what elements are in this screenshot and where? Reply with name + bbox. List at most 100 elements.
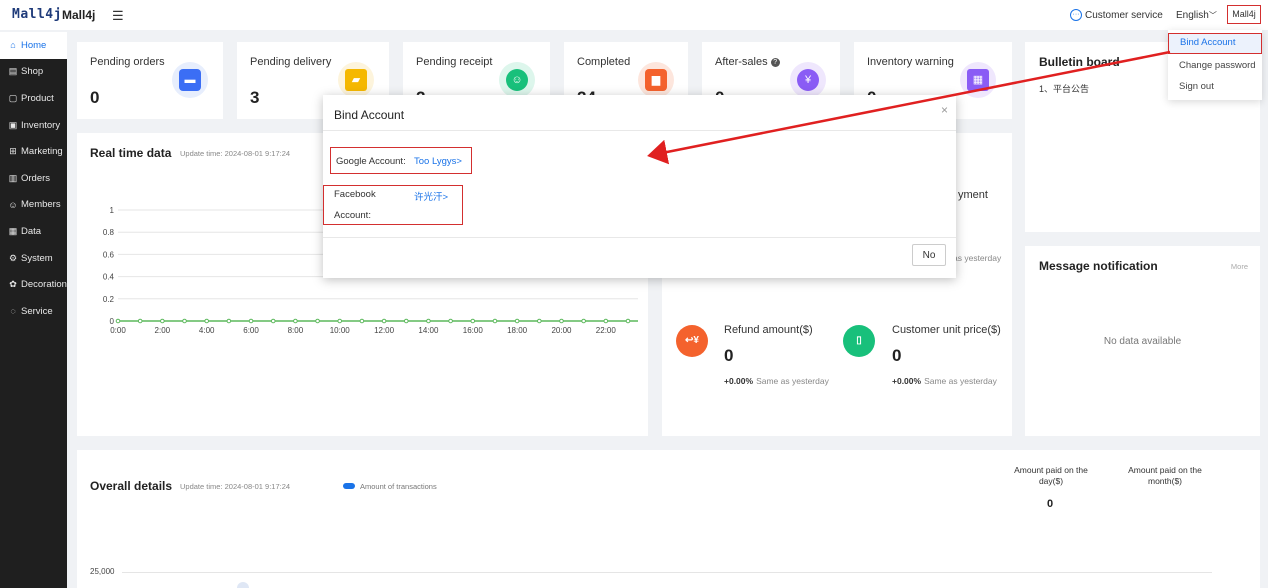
stat-card-pending-orders[interactable]: Pending orders 0 ▬ xyxy=(77,42,223,119)
data-point[interactable] xyxy=(381,318,387,324)
data-point[interactable] xyxy=(625,318,631,324)
logo[interactable]: Mall4j xyxy=(12,7,62,22)
language-selector[interactable]: English﹀ xyxy=(1176,10,1217,21)
data-point[interactable] xyxy=(359,318,365,324)
box-icon: ▦ xyxy=(960,62,996,98)
data-point[interactable] xyxy=(293,318,298,324)
data-icon: ▦ xyxy=(8,225,18,236)
refund-icon: ↩¥ xyxy=(676,325,708,357)
overall-update-time: Update time: 2024-08-01 9:17:24 xyxy=(180,482,291,491)
stat-value: 3 xyxy=(250,88,260,107)
refund-delta: +0.00% Same as yesterday xyxy=(724,376,829,386)
y-tick-label: 0.4 xyxy=(103,273,115,282)
sidebar-item-label: Home xyxy=(21,39,47,51)
dialog-title: Bind Account xyxy=(334,108,405,122)
grid-line xyxy=(122,572,1212,573)
x-tick-label: 4:00 xyxy=(199,326,215,335)
sidebar-item-label: Marketing xyxy=(21,146,63,158)
shopping-bags-icon: ▯ xyxy=(843,325,875,357)
data-point[interactable] xyxy=(514,318,520,324)
truck-icon: ▰ xyxy=(338,62,374,98)
sidebar-item-service[interactable]: ◌ Service xyxy=(0,298,67,325)
menu-item-bind-account[interactable]: Bind Account xyxy=(1168,33,1262,54)
facebook-account-label: Facebook xyxy=(334,189,376,200)
data-point[interactable] xyxy=(115,318,121,324)
data-point[interactable] xyxy=(270,318,276,324)
bulletin-item[interactable]: 1、平台公告 xyxy=(1039,82,1089,95)
more-link[interactable]: More xyxy=(1231,262,1248,271)
y-tick-label: 25,000 xyxy=(90,567,115,576)
sidebar-item-inventory[interactable]: ▣ Inventory xyxy=(0,112,67,139)
x-tick-label: 6:00 xyxy=(243,326,259,335)
x-tick-label: 16:00 xyxy=(463,326,484,335)
message-notification-card: Message notification More No data availa… xyxy=(1025,246,1260,436)
customer-service-link[interactable]: ··· Customer service xyxy=(1070,9,1163,21)
stat-title: Completed xyxy=(577,56,631,68)
data-point[interactable] xyxy=(204,318,209,324)
data-point[interactable] xyxy=(403,318,409,324)
data-point[interactable] xyxy=(182,318,187,324)
data-point[interactable] xyxy=(137,318,143,324)
data-point[interactable] xyxy=(492,318,498,324)
legend-swatch[interactable] xyxy=(343,483,355,489)
menu-item-sign-out[interactable]: Sign out xyxy=(1168,76,1262,97)
user-dropdown-menu: Bind Account Change password Sign out xyxy=(1168,30,1262,100)
data-point[interactable] xyxy=(248,318,254,324)
unit-price-value: 0 xyxy=(892,346,902,365)
sidebar-item-label: Data xyxy=(21,225,42,237)
data-point[interactable] xyxy=(581,318,586,324)
top-bar: Mall4j Mall4j ☰ ··· Customer service Eng… xyxy=(0,0,1268,30)
sidebar-item-decoration[interactable]: ✿ Decoration xyxy=(0,271,67,298)
wallet-icon: ▬ xyxy=(172,62,208,98)
settings-icon: ⚙ xyxy=(8,252,18,263)
legend-label[interactable]: Amount of transactions xyxy=(360,482,437,491)
data-point[interactable] xyxy=(426,318,431,324)
decoration-icon: ✿ xyxy=(9,279,17,290)
user-menu-button[interactable]: Mall4j xyxy=(1227,5,1261,24)
sidebar-item-home[interactable]: ⌂ Home xyxy=(0,32,67,59)
data-point[interactable] xyxy=(559,318,564,324)
data-point[interactable] xyxy=(337,318,343,324)
google-account-link[interactable]: Too Lygys> xyxy=(414,156,462,167)
sidebar-item-system[interactable]: ⚙ System xyxy=(0,245,67,272)
help-icon[interactable]: ? xyxy=(770,57,780,67)
bulletin-title: Bulletin board xyxy=(1039,55,1120,69)
data-point[interactable] xyxy=(226,318,232,324)
x-tick-label: 2:00 xyxy=(155,326,171,335)
sidebar-item-orders[interactable]: ▥ Orders xyxy=(0,165,67,192)
sidebar-item-shop[interactable]: ▤ Shop xyxy=(0,59,67,86)
payment-delta-partial: as yesterday xyxy=(953,253,1002,263)
stat-title: Inventory warning xyxy=(867,56,954,68)
data-point[interactable] xyxy=(448,318,453,324)
data-point[interactable] xyxy=(315,318,320,324)
sidebar-item-data[interactable]: ▦ Data xyxy=(0,218,67,245)
chevron-down-icon: ﹀ xyxy=(1208,11,1217,20)
sidebar-item-marketing[interactable]: ⊞ Marketing xyxy=(0,138,67,165)
data-point[interactable] xyxy=(603,318,609,324)
x-tick-label: 22:00 xyxy=(596,326,617,335)
dialog-divider-bottom xyxy=(323,237,956,238)
data-point[interactable] xyxy=(160,318,165,324)
bind-account-dialog: Bind Account × Google Account: Too Lygys… xyxy=(323,95,956,278)
stat-title: Pending orders xyxy=(90,56,165,68)
overall-title: Overall details xyxy=(90,479,173,493)
facebook-account-link[interactable]: 许光汗> xyxy=(414,189,448,203)
sidebar-item-members[interactable]: ☺ Members xyxy=(0,192,67,219)
no-button[interactable]: No xyxy=(912,244,946,266)
gift-icon: ⊞ xyxy=(9,146,17,157)
chat-icon: ◌ xyxy=(10,306,16,317)
data-point[interactable] xyxy=(470,318,476,324)
unit-price-title: Customer unit price($) xyxy=(892,324,1001,336)
inventory-icon: ▣ xyxy=(8,119,18,130)
sidebar-item-label: Service xyxy=(21,305,53,317)
close-icon[interactable]: × xyxy=(941,103,948,117)
data-point[interactable] xyxy=(537,318,542,324)
chat-bubble-icon: ··· xyxy=(1070,9,1082,21)
sidebar-item-product[interactable]: ▢ Product xyxy=(0,85,67,112)
x-tick-label: 8:00 xyxy=(288,326,304,335)
orders-icon: ▥ xyxy=(8,172,18,183)
menu-item-change-password[interactable]: Change password xyxy=(1168,55,1262,76)
headset-icon: ☺ xyxy=(499,62,535,98)
menu-toggle-icon[interactable]: ☰ xyxy=(112,8,124,24)
x-tick-label: 18:00 xyxy=(507,326,528,335)
